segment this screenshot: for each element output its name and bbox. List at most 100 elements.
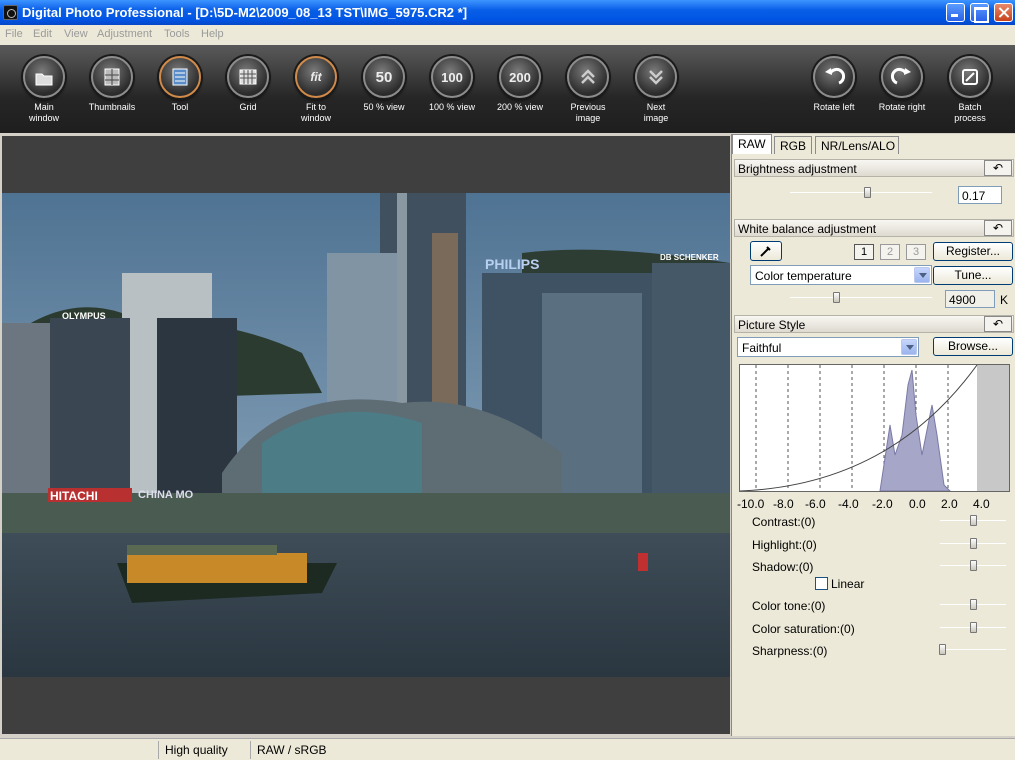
color-saturation-slider-thumb[interactable] [970,622,977,633]
next-image-button[interactable]: Next image [624,56,688,124]
brightness-slider-thumb[interactable] [864,187,871,198]
white-balance-title: White balance adjustment [738,222,877,236]
photo-image [2,193,730,677]
kelvin-value-field[interactable]: 4900 [945,290,995,308]
batch-process-icon [949,56,991,98]
rotate-right-icon [881,56,923,98]
main-window-label: Main [34,102,54,112]
register-button[interactable]: Register... [933,242,1013,261]
batch-process-button[interactable]: Batch process [938,56,1002,124]
sign-philips: PHILIPS [485,256,540,272]
tune-button[interactable]: Tune... [933,266,1013,285]
highlight-slider-thumb[interactable] [970,538,977,549]
white-balance-header: White balance adjustment ↶ [734,219,1014,237]
axis-tick-3: -6.0 [805,497,826,511]
contrast-slider-thumb[interactable] [970,515,977,526]
tab-raw[interactable]: RAW [732,134,772,154]
eyedropper-button[interactable] [750,241,782,261]
sharpness-slider-track[interactable] [940,649,1006,650]
tab-rgb[interactable]: RGB [774,136,812,154]
rotate-left-button[interactable]: Rotate left [802,56,866,113]
wb-mode-value: Color temperature [755,269,852,283]
fit-label: Fit to [305,102,326,112]
shadow-slider-thumb[interactable] [970,560,977,571]
status-mode: RAW / sRGB [250,741,360,759]
thumbnails-label: Thumbnails [88,102,136,112]
view-200-label: 200 % view [496,102,544,112]
view-100-button[interactable]: 100 100 % view [420,56,484,113]
close-button[interactable] [994,3,1013,22]
rotate-right-button[interactable]: Rotate right [870,56,934,113]
view-200-icon: 200 [499,56,541,98]
main-window-label-2: window [28,113,59,123]
sign-schenker: DB SCHENKER [660,253,719,262]
brightness-reset-button[interactable]: ↶ [984,160,1012,176]
menu-help[interactable]: Help [201,28,224,40]
view-50-label: 50 % view [363,102,405,112]
batch-label: Batch [958,102,982,112]
previous-image-button[interactable]: Previous image [556,56,620,124]
view-200-button[interactable]: 200 200 % view [488,56,552,113]
axis-tick-6: 0.0 [909,497,926,511]
histogram-graph [739,364,1009,492]
image-view-area[interactable]: OLYMPUS PHILIPS DB SCHENKER HITACHI CHIN… [2,136,730,734]
menu-view[interactable]: View [64,28,88,40]
eyedropper-icon [760,246,771,257]
thumbnails-button[interactable]: Thumbnails [80,56,144,113]
brightness-slider-track[interactable] [790,192,932,193]
app-icon [3,5,18,20]
thumbnails-icon [91,56,133,98]
highlight-label: Highlight:(0) [752,538,817,552]
wb-slot-3[interactable]: 3 [906,244,926,260]
minimize-button[interactable] [946,3,965,22]
tone-curve-histogram[interactable] [739,364,1010,492]
color-tone-label: Color tone:(0) [752,599,826,613]
contrast-label: Contrast:(0) [752,515,816,529]
axis-tick-1: -10.0 [737,497,765,511]
grid-button[interactable]: Grid [216,56,280,113]
chevron-down-icon [914,267,930,283]
kelvin-slider-thumb[interactable] [833,292,840,303]
picture-style-select[interactable]: Faithful [737,337,919,357]
axis-tick-2: -8.0 [773,497,794,511]
rotate-left-icon [813,56,855,98]
tool-label: Tool [171,102,189,112]
axis-tick-4: -4.0 [838,497,859,511]
chevron-down-icon [901,339,917,355]
fit-icon: fit [295,56,337,98]
main-window-icon [23,56,65,98]
color-saturation-label: Color saturation:(0) [752,622,855,636]
picture-style-value: Faithful [742,341,782,355]
browse-button[interactable]: Browse... [933,337,1013,356]
sharpness-slider-thumb[interactable] [939,644,946,655]
tool-button[interactable]: Tool [148,56,212,113]
photo-preview[interactable]: OLYMPUS PHILIPS DB SCHENKER HITACHI CHIN… [2,193,730,677]
next-label-2: image [643,113,669,123]
picture-style-reset-button[interactable]: ↶ [984,316,1012,332]
menu-adjustment[interactable]: Adjustment [97,28,152,40]
brightness-header: Brightness adjustment ↶ [734,159,1014,177]
color-tone-slider-thumb[interactable] [970,599,977,610]
menu-file[interactable]: File [5,28,23,40]
tool-palette: RAW RGB NR/Lens/ALO Brightness adjustmen… [731,134,1015,736]
tab-nr-lens-alo[interactable]: NR/Lens/ALO [815,136,899,154]
fit-to-window-button[interactable]: fit Fit to window [284,56,348,124]
brightness-value-field[interactable]: 0.17 [958,186,1002,204]
white-balance-reset-button[interactable]: ↶ [984,220,1012,236]
main-window-button[interactable]: Main window [12,56,76,124]
brightness-title: Brightness adjustment [738,162,857,176]
view-50-icon: 50 [363,56,405,98]
menu-tools[interactable]: Tools [164,28,190,40]
view-50-button[interactable]: 50 50 % view [352,56,416,113]
wb-slot-1[interactable]: 1 [854,244,874,260]
axis-tick-7: 2.0 [941,497,958,511]
kelvin-slider-track[interactable] [790,297,932,298]
wb-mode-select[interactable]: Color temperature [750,265,932,285]
wb-slot-2[interactable]: 2 [880,244,900,260]
tool-palette-icon [159,56,201,98]
linear-checkbox[interactable] [815,577,828,590]
menu-edit[interactable]: Edit [33,28,52,40]
maximize-button[interactable] [970,3,989,23]
sign-hitachi: HITACHI [50,489,98,503]
shadow-label: Shadow:(0) [752,560,814,574]
